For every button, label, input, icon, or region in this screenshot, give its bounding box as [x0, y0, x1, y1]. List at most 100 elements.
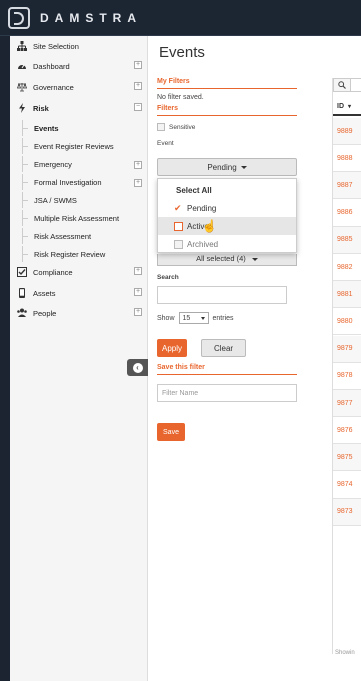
sidebar-subitem-multiple-risk-assessment[interactable]: Multiple Risk Assessment — [10, 210, 148, 226]
id-column-header[interactable]: ID ▾ — [333, 98, 361, 116]
sidebar-item-label: Compliance — [33, 267, 73, 277]
filter-name-input[interactable]: Filter Name — [157, 384, 297, 402]
table-search-input[interactable] — [351, 78, 361, 92]
table-row[interactable]: 9881 — [333, 281, 361, 309]
collapse-sidebar-button[interactable]: ‹ — [127, 359, 148, 376]
brand-name: DAMSTRA — [40, 11, 142, 25]
row-id-link[interactable]: 9885 — [337, 236, 353, 243]
table-row[interactable]: 9875 — [333, 444, 361, 472]
row-id-link[interactable]: 9874 — [337, 481, 353, 488]
expand-icon[interactable]: + — [134, 61, 142, 69]
expand-icon[interactable]: + — [134, 179, 142, 187]
sidebar-item-compliance[interactable]: Compliance + — [10, 262, 148, 282]
row-id-link[interactable]: 9877 — [337, 400, 353, 407]
table-row[interactable]: 9873 — [333, 498, 361, 526]
row-id-link[interactable]: 9887 — [337, 182, 353, 189]
table-row[interactable]: 9882 — [333, 254, 361, 281]
event-multiselect-button[interactable]: Pending — [157, 158, 297, 176]
sensitive-checkbox[interactable] — [157, 123, 165, 131]
row-id-link[interactable]: 9880 — [337, 318, 353, 325]
apply-button[interactable]: Apply — [157, 339, 187, 357]
clear-button[interactable]: Clear — [201, 339, 246, 357]
table-row[interactable]: 9880 — [333, 308, 361, 336]
row-id-link[interactable]: 9888 — [337, 155, 353, 162]
table-row[interactable]: 9887 — [333, 172, 361, 200]
sidebar-subitem-risk-assessment[interactable]: Risk Assessment — [10, 228, 148, 244]
sidebar-subitem-label: Formal Investigation — [34, 177, 102, 187]
pending-option[interactable]: ✔ Pending — [158, 199, 296, 217]
row-id-link[interactable]: 9876 — [337, 427, 353, 434]
sidebar-item-assets[interactable]: Assets + — [10, 283, 148, 303]
checkbox-icon — [17, 267, 27, 277]
entries-select[interactable]: 15 — [178, 312, 209, 324]
sidebar-subitem-jsa-swms[interactable]: JSA / SWMS — [10, 192, 148, 208]
sidebar-item-label: Governance — [33, 82, 74, 92]
people-icon — [17, 308, 27, 318]
main-content: Events My Filters No filter saved. Filte… — [148, 36, 361, 681]
search-label: Search — [157, 274, 179, 281]
row-id-link[interactable]: 9889 — [337, 128, 353, 135]
event-label: Event — [157, 140, 174, 147]
row-id-link[interactable]: 9882 — [337, 264, 353, 271]
expand-icon[interactable]: + — [134, 82, 142, 90]
table-row[interactable]: 9878 — [333, 363, 361, 390]
row-id-link[interactable]: 9878 — [337, 372, 353, 379]
sidebar-item-label: Assets — [33, 288, 56, 298]
sidebar-item-people[interactable]: People + — [10, 303, 148, 323]
damstra-logo-icon[interactable] — [8, 7, 30, 29]
row-id-link[interactable]: 9879 — [337, 345, 353, 352]
sidebar-item-site-selection[interactable]: Site Selection — [10, 36, 148, 56]
filters-heading: Filters — [157, 105, 297, 116]
sensitive-label: Sensitive — [169, 123, 196, 131]
sidebar-item-governance[interactable]: Governance + — [10, 77, 148, 97]
expand-icon[interactable]: + — [134, 308, 142, 316]
sidebar-subitem-formal-investigation[interactable]: Formal Investigation + — [10, 174, 148, 190]
sidebar-item-dashboard[interactable]: Dashboard + — [10, 56, 148, 76]
sort-icon: ▾ — [348, 103, 352, 110]
expand-icon[interactable]: + — [134, 267, 142, 275]
table-search-button[interactable] — [333, 78, 351, 92]
save-filter-heading: Save this filter — [157, 364, 297, 375]
collapse-icon[interactable]: − — [134, 103, 142, 111]
archived-checkbox[interactable] — [174, 239, 183, 249]
sensitive-checkbox-row[interactable]: Sensitive — [157, 123, 195, 131]
search-icon — [338, 81, 346, 89]
sidebar-subitem-event-register-reviews[interactable]: Event Register Reviews — [10, 138, 148, 154]
select-all-option[interactable]: Select All — [158, 181, 296, 199]
table-row[interactable]: 9876 — [333, 417, 361, 445]
expand-icon[interactable]: + — [134, 288, 142, 296]
table-row[interactable]: 9877 — [333, 390, 361, 417]
sidebar-subitem-events[interactable]: Events — [10, 120, 148, 136]
row-id-link[interactable]: 9886 — [337, 209, 353, 216]
table-row[interactable]: 9874 — [333, 472, 361, 499]
row-id-link[interactable]: 9881 — [337, 291, 353, 298]
device-icon — [17, 288, 27, 298]
table-row[interactable]: 9886 — [333, 200, 361, 227]
checkmark-icon: ✔ — [174, 202, 182, 213]
events-table: ID ▾ 9889 9888 9887 9886 9885 9882 9881 9880 987… — [332, 78, 361, 656]
table-row[interactable]: 9885 — [333, 226, 361, 254]
expand-icon[interactable]: + — [134, 161, 142, 169]
all-selected-dropdown[interactable]: All selected (4) — [157, 254, 297, 266]
table-row[interactable]: 9879 — [333, 335, 361, 363]
event-dropdown-menu: Select All ✔ Pending Active ☝ Archived — [157, 178, 297, 253]
no-filter-text: No filter saved. — [157, 94, 204, 101]
sidebar-item-risk[interactable]: Risk − — [10, 98, 148, 118]
active-checkbox[interactable] — [174, 221, 183, 231]
sidebar-subitem-emergency[interactable]: Emergency + — [10, 156, 148, 172]
search-input[interactable] — [157, 286, 287, 304]
table-row[interactable]: 9888 — [333, 145, 361, 173]
save-button[interactable]: Save — [157, 423, 185, 441]
event-selected-value: Pending — [207, 162, 237, 172]
archived-option[interactable]: Archived — [158, 235, 296, 253]
sidebar-item-label: People — [33, 308, 57, 318]
row-id-link[interactable]: 9875 — [337, 454, 353, 461]
sidebar-subitem-label: Emergency — [34, 159, 72, 169]
sitemap-icon — [17, 41, 27, 51]
active-option[interactable]: Active ☝ — [158, 217, 296, 235]
sidebar-subitem-label: JSA / SWMS — [34, 195, 77, 205]
table-row[interactable]: 9889 — [333, 118, 361, 145]
row-id-link[interactable]: 9873 — [337, 508, 353, 515]
sidebar-subitem-label: Event Register Reviews — [34, 141, 114, 151]
sidebar-subitem-risk-register-review[interactable]: Risk Register Review — [10, 246, 148, 262]
